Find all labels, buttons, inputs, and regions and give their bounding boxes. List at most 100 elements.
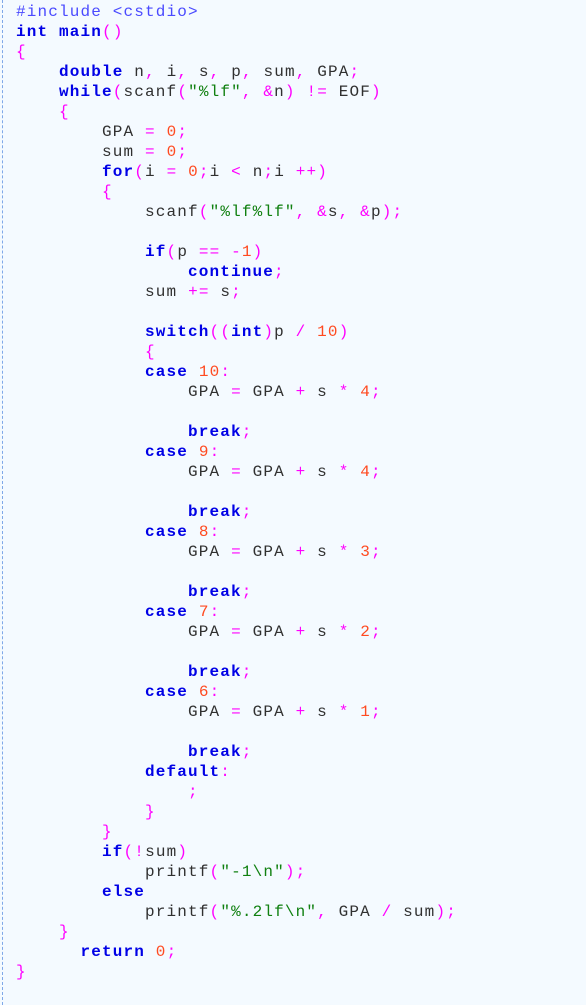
operator: = xyxy=(145,123,156,141)
operator: : xyxy=(209,523,221,541)
code-line: continue; xyxy=(16,262,457,282)
operator: ; xyxy=(166,943,178,961)
keyword: int xyxy=(231,323,264,341)
identifier: printf xyxy=(145,863,210,881)
code-line: { xyxy=(16,42,457,62)
code-line: case 10: xyxy=(16,362,457,382)
identifier: GPA xyxy=(188,703,221,721)
preprocessor-directive: #include <cstdio> xyxy=(16,3,199,21)
operator: , xyxy=(241,83,253,101)
identifier: s xyxy=(317,463,328,481)
operator: ; xyxy=(370,543,382,561)
operator: ; xyxy=(370,463,382,481)
operator: = xyxy=(209,243,221,261)
operator: + xyxy=(188,283,199,301)
number-literal: 9 xyxy=(198,443,210,461)
operator: ; xyxy=(241,423,253,441)
keyword: break xyxy=(188,583,242,601)
identifier: n xyxy=(252,163,264,181)
code-line: GPA = GPA + s * 2; xyxy=(16,622,457,642)
code-line: if(!sum) xyxy=(16,842,457,862)
operator: * xyxy=(338,703,350,721)
keyword: case xyxy=(145,443,189,461)
operator: + xyxy=(306,163,318,181)
code-line: default: xyxy=(16,762,457,782)
operator: = xyxy=(198,283,210,301)
code-line: double n, i, s, p, sum, GPA; xyxy=(16,62,457,82)
number-literal: 10 xyxy=(317,323,339,341)
number-literal: 2 xyxy=(360,623,371,641)
code-line: #include <cstdio> xyxy=(16,2,457,22)
code-line: while(scanf("%lf", &n) != EOF) xyxy=(16,82,457,102)
code-line: printf("%.2lf\n", GPA / sum); xyxy=(16,902,457,922)
keyword: double xyxy=(59,63,124,81)
code-line: } xyxy=(16,802,457,822)
identifier: GPA xyxy=(252,383,285,401)
number-literal: 8 xyxy=(198,523,210,541)
code-line: { xyxy=(16,182,457,202)
keyword: else xyxy=(102,883,146,901)
identifier: n xyxy=(274,83,285,101)
identifier: scanf xyxy=(123,83,178,101)
operator: ; xyxy=(349,63,361,81)
number-literal: 0 xyxy=(155,943,167,961)
string-literal: "%lf" xyxy=(188,83,242,101)
code-line: else xyxy=(16,882,457,902)
operator: / xyxy=(381,903,393,921)
operator: ! xyxy=(306,83,318,101)
code-editor[interactable]: #include <cstdio> int main(){ double n, i… xyxy=(16,2,457,982)
keyword: if xyxy=(102,843,124,861)
identifier: p xyxy=(274,323,285,341)
identifier: GPA xyxy=(188,383,221,401)
identifier: n xyxy=(134,63,146,81)
operator: { xyxy=(59,103,70,121)
identifier: GPA xyxy=(338,903,371,921)
code-line: break; xyxy=(16,742,457,762)
identifier: GPA xyxy=(102,123,135,141)
operator: = xyxy=(317,83,328,101)
identifier: sum xyxy=(263,63,296,81)
operator: ( xyxy=(134,163,146,181)
operator: ; xyxy=(370,703,382,721)
operator: = xyxy=(166,163,178,181)
code-line: } xyxy=(16,822,457,842)
identifier: i xyxy=(209,163,221,181)
number-literal: 7 xyxy=(198,603,210,621)
operator: ) xyxy=(252,243,264,261)
code-line: case 8: xyxy=(16,522,457,542)
operator: ; xyxy=(231,283,242,301)
operator: ) xyxy=(177,843,189,861)
operator: ) xyxy=(284,83,296,101)
number-literal: 10 xyxy=(198,363,221,381)
operator: ) xyxy=(112,23,124,41)
operator: ) xyxy=(317,163,329,181)
identifier: GPA xyxy=(188,623,221,641)
operator: , xyxy=(295,203,307,221)
operator: , xyxy=(145,63,156,81)
operator: * xyxy=(338,623,350,641)
operator: } xyxy=(16,963,27,981)
operator: , xyxy=(317,903,328,921)
operator: , xyxy=(209,63,221,81)
code-line: break; xyxy=(16,422,457,442)
operator: = xyxy=(231,383,242,401)
operator: ; xyxy=(370,383,382,401)
operator: & xyxy=(263,83,275,101)
identifier: GPA xyxy=(188,543,221,561)
operator: ; xyxy=(241,743,253,761)
code-line: break; xyxy=(16,502,457,522)
keyword: continue xyxy=(188,263,275,281)
identifier: EOF xyxy=(338,83,371,101)
identifier: s xyxy=(317,623,328,641)
number-literal: 6 xyxy=(198,683,210,701)
code-line: scanf("%lf%lf", &s, &p); xyxy=(16,202,457,222)
operator: ; xyxy=(295,863,307,881)
identifier: GPA xyxy=(252,623,285,641)
number-literal: 1 xyxy=(241,243,253,261)
operator: ; xyxy=(241,503,253,521)
keyword: switch xyxy=(145,323,210,341)
